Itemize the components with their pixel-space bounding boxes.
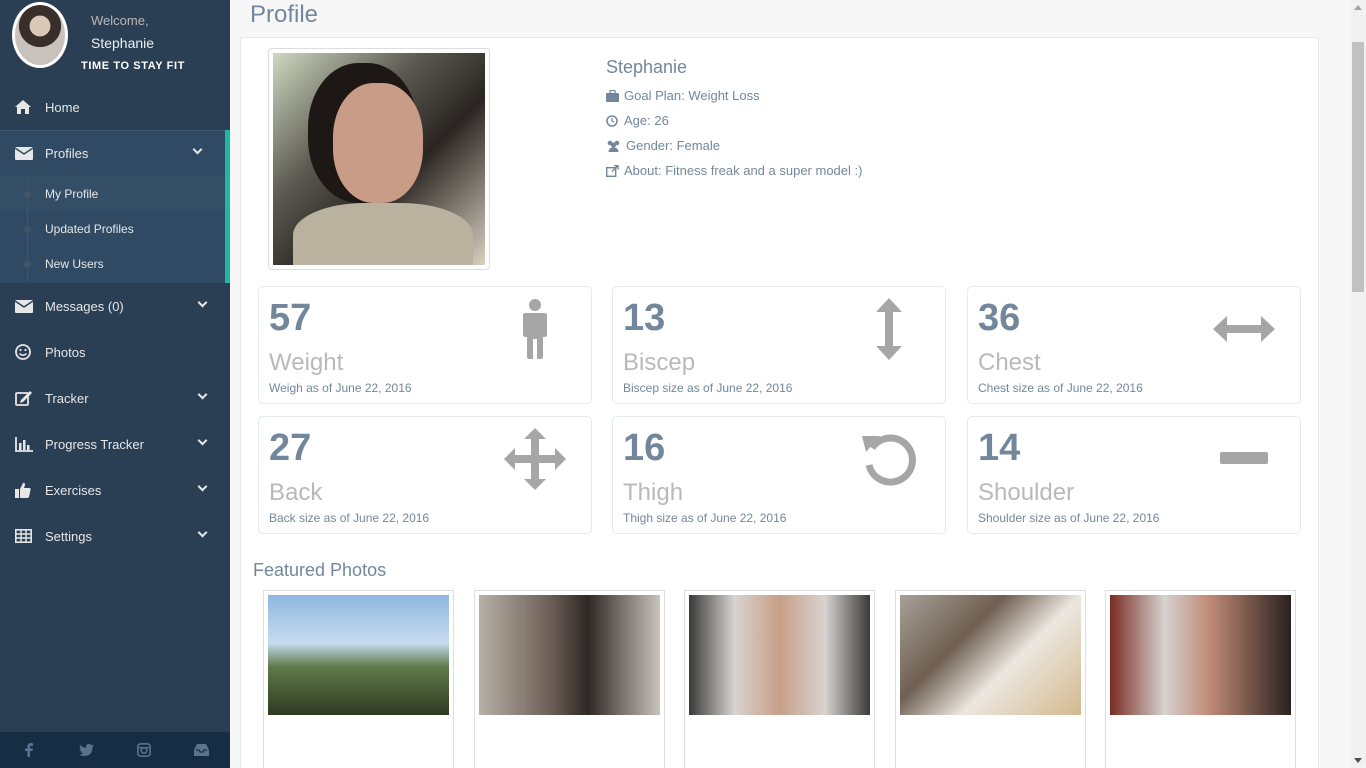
smile-icon [15,344,45,360]
page-title: Profile [250,1,319,28]
stat-tile-thigh: 16 Thigh Thigh size as of June 22, 2016 [612,416,946,534]
stat-label: Chest [978,349,1041,376]
sidebar: Welcome, Stephanie TIME TO STAY FIT Home… [0,0,230,768]
avatar[interactable] [12,2,68,68]
goal-text: Goal Plan: Weight Loss [624,88,760,103]
stat-count: 36 [978,297,1021,339]
sidebar-item-home[interactable]: Home [0,84,230,130]
profile-panel: Stephanie Goal Plan: Weight Loss Age: 26… [240,37,1319,768]
stat-count: 27 [269,427,312,469]
sidebar-profile: Welcome, Stephanie TIME TO STAY FIT [0,0,230,84]
sidebar-item-profiles[interactable]: Profiles [0,130,230,176]
scroll-down-icon[interactable] [1354,758,1362,763]
stat-label: Shoulder [978,479,1075,506]
rotate-icon [857,427,921,491]
envelope-icon [15,299,45,313]
welcome-text: Welcome, [91,13,149,28]
stat-tile-back: 27 Back Back size as of June 22, 2016 [258,416,592,534]
page-scrollbar[interactable] [1350,0,1366,768]
featured-photo-4[interactable] [895,590,1086,768]
gender-text: Gender: Female [626,138,720,153]
sidebar-item-label: Photos [45,344,86,360]
stat-count: 13 [623,297,666,339]
goal-line: Goal Plan: Weight Loss [606,88,760,103]
stat-tile-shoulder: 14 Shoulder Shoulder size as of June 22,… [967,416,1301,534]
minus-icon [1212,427,1276,491]
profiles-submenu: My Profile Updated Profiles New Users [0,176,230,283]
twitter-icon[interactable] [58,732,116,768]
stat-count: 57 [269,297,312,339]
age-line: Age: 26 [606,113,669,128]
users-icon [606,140,621,152]
edit-icon [15,390,45,406]
stat-tile-weight: 57 Weight Weigh as of June 22, 2016 [258,286,592,404]
stat-count: 14 [978,427,1021,469]
profile-name: Stephanie [606,57,688,77]
sidebar-item-settings[interactable]: Settings [0,513,230,559]
profile-photo[interactable] [268,48,490,270]
vertical-arrows-icon [857,297,921,361]
about-text: About: Fitness freak and a super model :… [624,163,863,178]
gender-line: Gender: Female [606,138,720,153]
home-icon [15,100,45,114]
instagram-icon[interactable] [115,732,173,768]
stat-subtext: Back size as of June 22, 2016 [269,511,430,525]
about-line: About: Fitness freak and a super model :… [605,163,863,178]
sidebar-menu: Home Profiles My Profile Updated Profile… [0,84,230,559]
stat-label: Biscep [623,349,696,376]
sidebar-item-photos[interactable]: Photos [0,329,230,375]
inbox-icon[interactable] [173,732,231,768]
envelope-icon [15,146,45,160]
stat-count: 16 [623,427,666,469]
clock-icon [606,114,619,127]
thumbs-up-icon [15,482,45,498]
main-content: Profile Stephanie Goal Plan: Weight Loss… [230,0,1350,768]
featured-photo-5[interactable] [1105,590,1296,768]
sidebar-item-progress-tracker[interactable]: Progress Tracker [0,421,230,467]
sidebar-item-messages[interactable]: Messages (0) [0,283,230,329]
move-arrows-icon [503,427,567,491]
external-link-icon [605,164,619,177]
stat-subtext: Shoulder size as of June 22, 2016 [978,511,1160,525]
stat-subtext: Weigh as of June 22, 2016 [269,381,412,395]
tagline: TIME TO STAY FIT [81,60,185,72]
featured-photo-1[interactable] [263,590,454,768]
age-text: Age: 26 [624,113,669,128]
stat-label: Back [269,479,323,506]
sidebar-item-label: Home [45,99,80,115]
scroll-up-icon[interactable] [1354,5,1362,10]
scrollbar-thumb[interactable] [1352,42,1364,292]
horizontal-arrows-icon [1212,297,1276,361]
stat-subtext: Biscep size as of June 22, 2016 [623,381,793,395]
sidebar-footer [0,732,230,768]
sidebar-item-tracker[interactable]: Tracker [0,375,230,421]
stat-subtext: Chest size as of June 22, 2016 [978,381,1143,395]
sidebar-item-exercises[interactable]: Exercises [0,467,230,513]
stat-label: Thigh [623,479,684,506]
table-icon [15,529,45,543]
briefcase-icon [606,89,619,102]
featured-photo-2[interactable] [474,590,665,768]
male-figure-icon [503,297,567,361]
stat-label: Weight [269,349,344,376]
submenu-item-my-profile[interactable]: My Profile [0,176,225,211]
stat-subtext: Thigh size as of June 22, 2016 [623,511,787,525]
featured-photo-3[interactable] [684,590,875,768]
facebook-icon[interactable] [0,732,58,768]
featured-photos-title: Featured Photos [253,560,387,580]
stat-tile-biscep: 13 Biscep Biscep size as of June 22, 201… [612,286,946,404]
submenu-item-new-users[interactable]: New Users [0,246,225,281]
submenu-item-updated-profiles[interactable]: Updated Profiles [0,211,225,246]
stat-tile-chest: 36 Chest Chest size as of June 22, 2016 [967,286,1301,404]
bar-chart-icon [15,436,45,452]
username: Stephanie [91,35,155,51]
